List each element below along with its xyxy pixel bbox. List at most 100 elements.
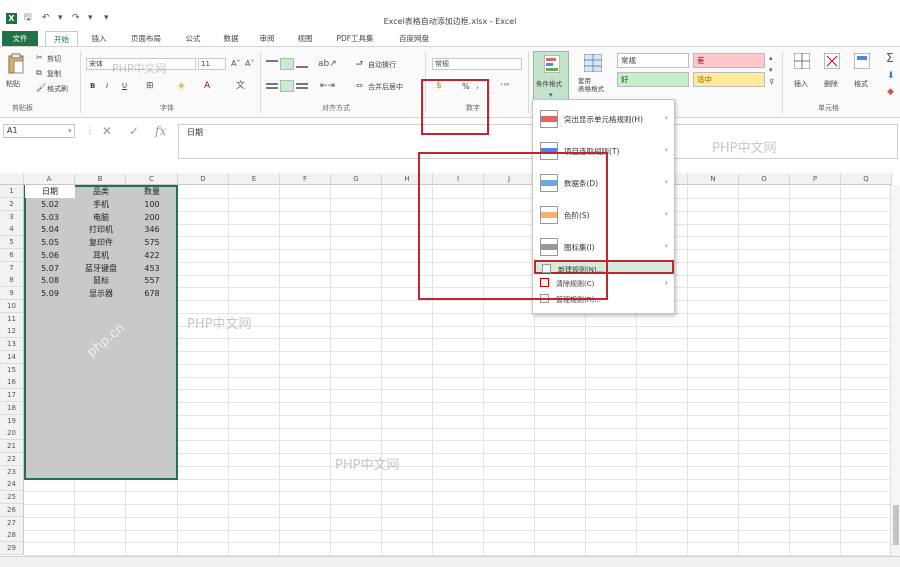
name-box-dropdown-icon[interactable]: ▾ <box>68 124 72 138</box>
insert-function-icon[interactable]: fx <box>155 124 166 138</box>
column-header-f[interactable]: F <box>280 173 331 185</box>
row-header-5[interactable]: 5 <box>0 236 24 249</box>
format-cells-button[interactable]: 格式 <box>848 51 876 97</box>
phonetic-icon[interactable]: 文 <box>236 81 245 91</box>
number-format-select[interactable]: 常规 <box>432 58 522 70</box>
column-header-d[interactable]: D <box>178 173 229 185</box>
table-cell[interactable]: 5.06 <box>25 249 75 262</box>
copy-button[interactable]: 复制 <box>47 69 61 79</box>
row-header-24[interactable]: 24 <box>0 478 24 491</box>
table-cell[interactable]: 5.02 <box>25 198 75 211</box>
table-cell[interactable]: 打印机 <box>76 223 126 236</box>
italic-button[interactable]: I <box>106 82 108 90</box>
row-header-13[interactable]: 13 <box>0 338 24 351</box>
tab-review[interactable]: 审阅 <box>252 31 282 46</box>
row-header-21[interactable]: 21 <box>0 440 24 453</box>
scrollbar-thumb[interactable] <box>893 505 899 545</box>
row-header-16[interactable]: 16 <box>0 376 24 389</box>
insert-cells-button[interactable]: 插入 <box>788 51 816 97</box>
orientation-icon[interactable]: ab↗ <box>318 59 337 69</box>
style-normal[interactable]: 常规 <box>617 53 689 68</box>
row-header-20[interactable]: 20 <box>0 427 24 440</box>
tab-formulas[interactable]: 公式 <box>178 31 208 46</box>
row-header-14[interactable]: 14 <box>0 351 24 364</box>
tab-file[interactable]: 文件 <box>2 31 38 46</box>
tab-home[interactable]: 开始 <box>45 31 78 46</box>
menu-item-highlight-rules[interactable]: 突出显示单元格规则(H) › <box>534 103 674 134</box>
increase-font-icon[interactable]: A˄ <box>231 59 240 69</box>
table-cell[interactable]: 5.08 <box>25 274 75 287</box>
row-header-9[interactable]: 9 <box>0 287 24 300</box>
style-good[interactable]: 好 <box>617 72 689 87</box>
vertical-scrollbar[interactable] <box>890 185 900 556</box>
tab-view[interactable]: 视图 <box>290 31 320 46</box>
row-header-17[interactable]: 17 <box>0 389 24 402</box>
cut-button[interactable]: 剪切 <box>47 54 61 64</box>
row-header-12[interactable]: 12 <box>0 325 24 338</box>
delete-cells-button[interactable]: 删除 <box>818 51 846 97</box>
indent-icon[interactable]: ⇤⇥ <box>320 81 335 91</box>
cancel-entry-icon[interactable]: ✕ <box>102 124 112 138</box>
table-cell[interactable]: 5.09 <box>25 287 75 300</box>
format-painter-icon[interactable]: 🖌 <box>36 83 46 93</box>
row-header-18[interactable]: 18 <box>0 402 24 415</box>
tab-data[interactable]: 数据 <box>216 31 246 46</box>
column-header-c[interactable]: C <box>126 173 178 185</box>
clear-icon[interactable]: ◆ <box>887 87 894 97</box>
table-cell[interactable]: 422 <box>127 249 177 262</box>
table-cell[interactable]: 557 <box>127 274 177 287</box>
autosum-icon[interactable]: Σ <box>886 52 894 64</box>
row-header-22[interactable]: 22 <box>0 453 24 466</box>
merge-center-icon[interactable]: ⇔ <box>356 81 363 91</box>
row-header-6[interactable]: 6 <box>0 249 24 262</box>
format-as-table-button[interactable]: 套用 表格格式 <box>576 51 610 103</box>
table-cell[interactable]: 手机 <box>76 198 126 211</box>
font-color-icon[interactable]: A <box>204 81 210 91</box>
style-bad[interactable]: 差 <box>693 53 765 68</box>
table-header-cell[interactable]: 日期 <box>25 185 75 198</box>
column-header-q[interactable]: Q <box>841 173 892 185</box>
styles-more-icon[interactable]: ⊽ <box>769 77 774 87</box>
column-header-o[interactable]: O <box>739 173 790 185</box>
tab-insert[interactable]: 插入 <box>84 31 114 46</box>
row-header-29[interactable]: 29 <box>0 542 24 555</box>
table-cell[interactable]: 678 <box>127 287 177 300</box>
wrap-text-button[interactable]: 自动换行 <box>368 60 396 70</box>
column-header-p[interactable]: P <box>790 173 841 185</box>
name-box[interactable]: A1 <box>3 124 75 138</box>
row-header-1[interactable]: 1 <box>0 185 24 198</box>
table-cell[interactable]: 100 <box>127 198 177 211</box>
table-cell[interactable]: 复印件 <box>76 236 126 249</box>
fill-color-icon[interactable]: ◈ <box>178 81 185 91</box>
paste-button[interactable]: 粘贴 <box>6 53 26 93</box>
row-header-28[interactable]: 28 <box>0 529 24 542</box>
tab-baidu-netdisk[interactable]: 百度网盘 <box>390 31 438 46</box>
row-header-2[interactable]: 2 <box>0 198 24 211</box>
column-header-b[interactable]: B <box>75 173 126 185</box>
table-cell[interactable]: 346 <box>127 223 177 236</box>
merge-center-button[interactable]: 合并后居中 <box>368 82 403 92</box>
row-header-4[interactable]: 4 <box>0 223 24 236</box>
tab-pdf-tools[interactable]: PDF工具集 <box>328 31 382 46</box>
row-header-26[interactable]: 26 <box>0 504 24 517</box>
table-cell[interactable]: 显示器 <box>76 287 126 300</box>
column-header-g[interactable]: G <box>331 173 382 185</box>
bold-button[interactable]: B <box>90 82 95 90</box>
table-cell[interactable]: 5.05 <box>25 236 75 249</box>
table-header-cell[interactable]: 品类 <box>76 185 126 198</box>
wrap-text-icon[interactable]: ⮐ <box>356 59 363 69</box>
column-header-e[interactable]: E <box>229 173 280 185</box>
table-cell[interactable]: 鼠标 <box>76 274 126 287</box>
table-cell[interactable]: 5.04 <box>25 223 75 236</box>
conditional-format-button[interactable]: 条件格式 ▾ <box>533 51 569 103</box>
vertical-align-buttons[interactable] <box>266 58 308 70</box>
styles-scroll-up-icon[interactable]: ▴ <box>769 53 773 63</box>
decrease-font-icon[interactable]: A˅ <box>245 59 254 69</box>
column-header-n[interactable]: N <box>688 173 739 185</box>
format-painter-button[interactable]: 格式刷 <box>47 84 68 94</box>
underline-button[interactable]: U <box>122 82 127 90</box>
copy-icon[interactable]: ⧉ <box>36 68 42 78</box>
table-cell[interactable]: 575 <box>127 236 177 249</box>
select-all-corner[interactable] <box>0 173 24 185</box>
column-header-a[interactable]: A <box>24 173 75 185</box>
